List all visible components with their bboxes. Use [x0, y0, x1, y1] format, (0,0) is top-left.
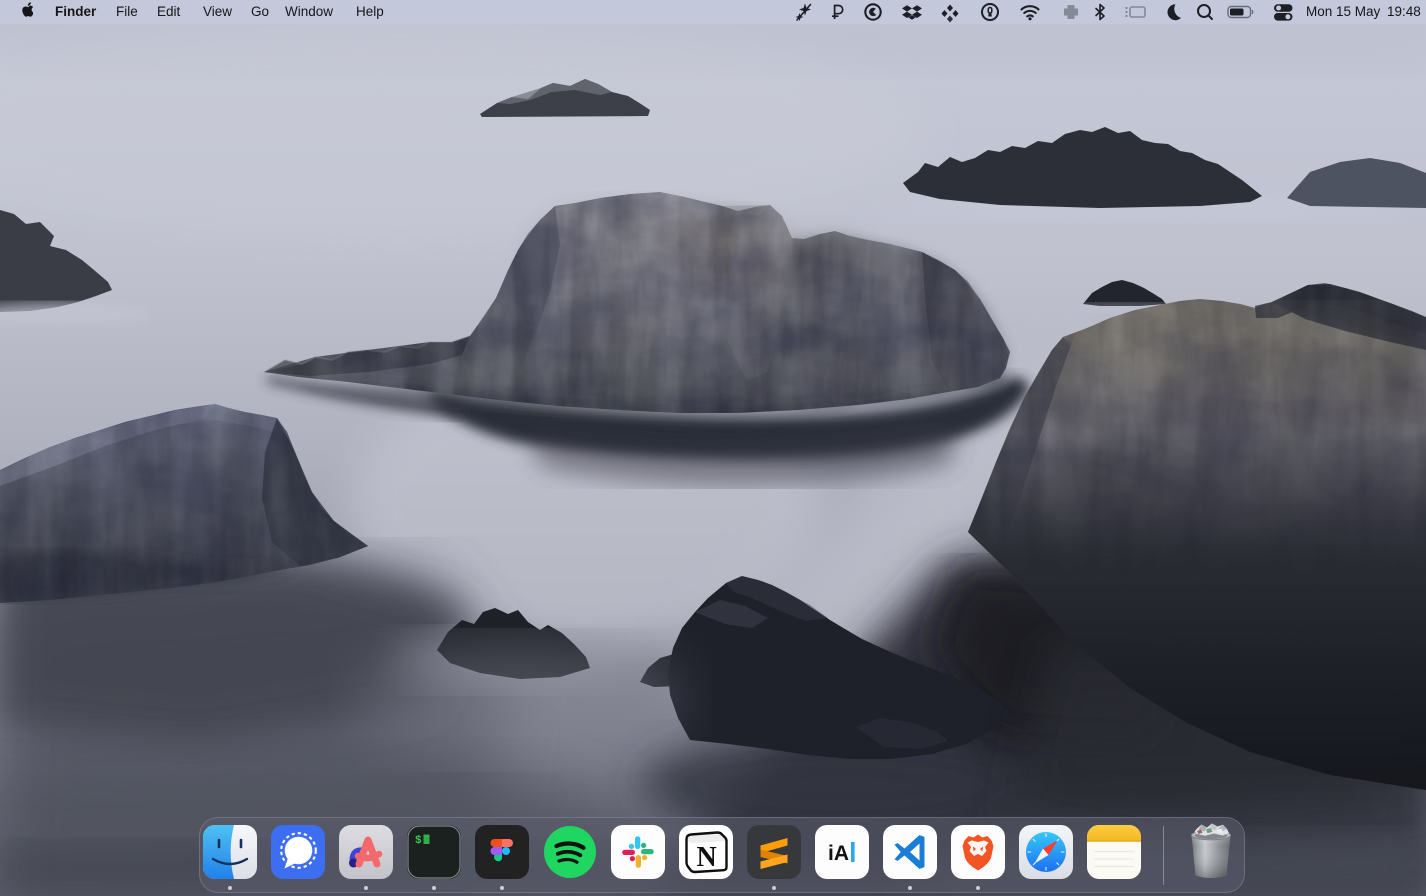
svg-text:$: $ [415, 835, 422, 847]
svg-text:N: N [697, 842, 717, 873]
svg-text:iA: iA [828, 842, 849, 865]
